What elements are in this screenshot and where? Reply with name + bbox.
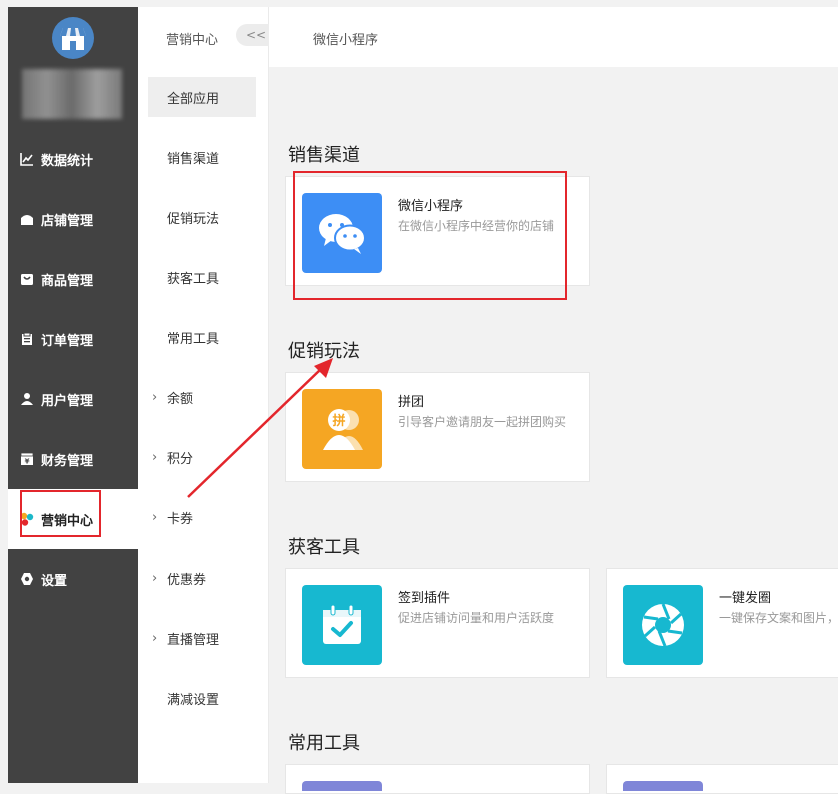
sidebar-item-label: 店铺管理 [41,213,94,229]
submenu-item-common-tools[interactable]: 常用工具 [148,317,256,357]
app-card-partial[interactable] [285,764,590,794]
chevron-right-icon: › [152,630,158,646]
submenu-item-full-reduction[interactable]: 满减设置 [148,678,256,718]
sidebar-item-settings[interactable]: 设置 [8,549,138,609]
user-icon [20,392,34,406]
submenu-item-label: 卡券 [167,511,194,527]
sidebar-item-label: 订单管理 [41,333,94,349]
submenu-title: 营销中心 [166,33,219,48]
calendar-check-icon [302,585,382,665]
app-card-moments[interactable]: 一键发圈 一键保存文案和图片， [606,568,838,678]
section-title-promo: 促销玩法 [288,341,360,362]
sidebar-item-finance[interactable]: ¥ 财务管理 [8,429,138,489]
app-card-checkin[interactable]: 签到插件 促进店铺访问量和用户活跃度 [285,568,590,678]
collapse-button[interactable]: << [236,24,270,46]
card-title: 签到插件 [398,591,451,606]
app-card-partial[interactable] [606,764,838,794]
submenu-item-balance[interactable]: › 余额 [148,377,256,417]
line-chart-icon [20,152,34,166]
chevron-right-icon: › [152,570,158,586]
shop-name-blurred [22,69,122,119]
submenu-item-sales-channel[interactable]: 销售渠道 [148,137,256,177]
main-sidebar: 数据统计 店铺管理 商品管理 订单管理 用户管理 ¥ 财务管理 营销中心 设置 [8,7,138,783]
app-card-group-buy[interactable]: 拼 拼团 引导客户邀请朋友一起拼团购买 [285,372,590,482]
highlight-box-marketing [20,490,101,537]
submenu-item-points[interactable]: › 积分 [148,437,256,477]
sidebar-item-label: 财务管理 [41,453,94,469]
sidebar-item-label: 数据统计 [41,153,94,169]
goods-icon [20,272,34,286]
submenu-item-label: 获客工具 [167,271,220,287]
submenu-item-label: 促销玩法 [167,211,220,227]
card-description: 引导客户邀请朋友一起拼团购买 [398,415,567,429]
submenu-item-label: 销售渠道 [167,151,220,167]
submenu-item-label: 优惠券 [167,572,207,588]
sidebar-item-orders[interactable]: 订单管理 [8,309,138,369]
top-bar: 微信小程序 [269,7,838,67]
section-title-acquire: 获客工具 [288,537,360,558]
svg-text:拼: 拼 [332,413,345,429]
submenu-item-promotion[interactable]: 促销玩法 [148,197,256,237]
tool-icon [302,781,382,791]
chevron-right-icon: › [152,449,158,465]
sidebar-item-label: 设置 [41,573,68,589]
tool-icon [623,781,703,791]
submenu-item-live[interactable]: › 直播管理 [148,618,256,658]
aperture-icon [623,585,703,665]
submenu-item-cards[interactable]: › 卡券 [148,497,256,537]
card-description: 一键保存文案和图片， [719,611,838,625]
submenu-item-acquisition[interactable]: 获客工具 [148,257,256,297]
sidebar-item-shop[interactable]: 店铺管理 [8,189,138,249]
section-title-tools: 常用工具 [288,733,360,754]
shop-icon [60,28,86,50]
submenu-item-coupons[interactable]: › 优惠券 [148,558,256,598]
sidebar-item-users[interactable]: 用户管理 [8,369,138,429]
shop-avatar[interactable] [52,17,94,59]
card-title: 一键发圈 [719,591,772,606]
sidebar-item-label: 商品管理 [41,273,94,289]
submenu-item-label: 直播管理 [167,632,220,648]
submenu-item-label: 满减设置 [167,692,220,708]
highlight-box-wechat [293,171,567,300]
submenu-item-label: 全部应用 [167,91,220,107]
sidebar-item-goods[interactable]: 商品管理 [8,249,138,309]
chevron-right-icon: › [152,389,158,405]
sub-sidebar: 营销中心 << 全部应用 销售渠道 促销玩法 获客工具 常用工具 › 余额 › 积分… [138,7,270,783]
sidebar-item-label: 用户管理 [41,393,94,409]
sidebar-item-statistics[interactable]: 数据统计 [8,129,138,189]
finance-icon: ¥ [20,452,34,466]
submenu-item-label: 余额 [167,391,194,407]
group-buy-icon: 拼 [302,389,382,469]
settings-icon [20,572,34,586]
card-title: 拼团 [398,395,425,410]
shop-icon [20,212,34,226]
section-title-sales: 销售渠道 [288,145,360,166]
chevron-right-icon: › [152,509,158,525]
svg-text:¥: ¥ [25,458,30,466]
card-description: 促进店铺访问量和用户活跃度 [398,611,555,625]
breadcrumb[interactable]: 微信小程序 [313,29,378,48]
order-icon [20,332,34,346]
submenu-item-label: 积分 [167,451,194,467]
submenu-item-label: 常用工具 [167,331,220,347]
submenu-item-all-apps[interactable]: 全部应用 [148,77,256,117]
